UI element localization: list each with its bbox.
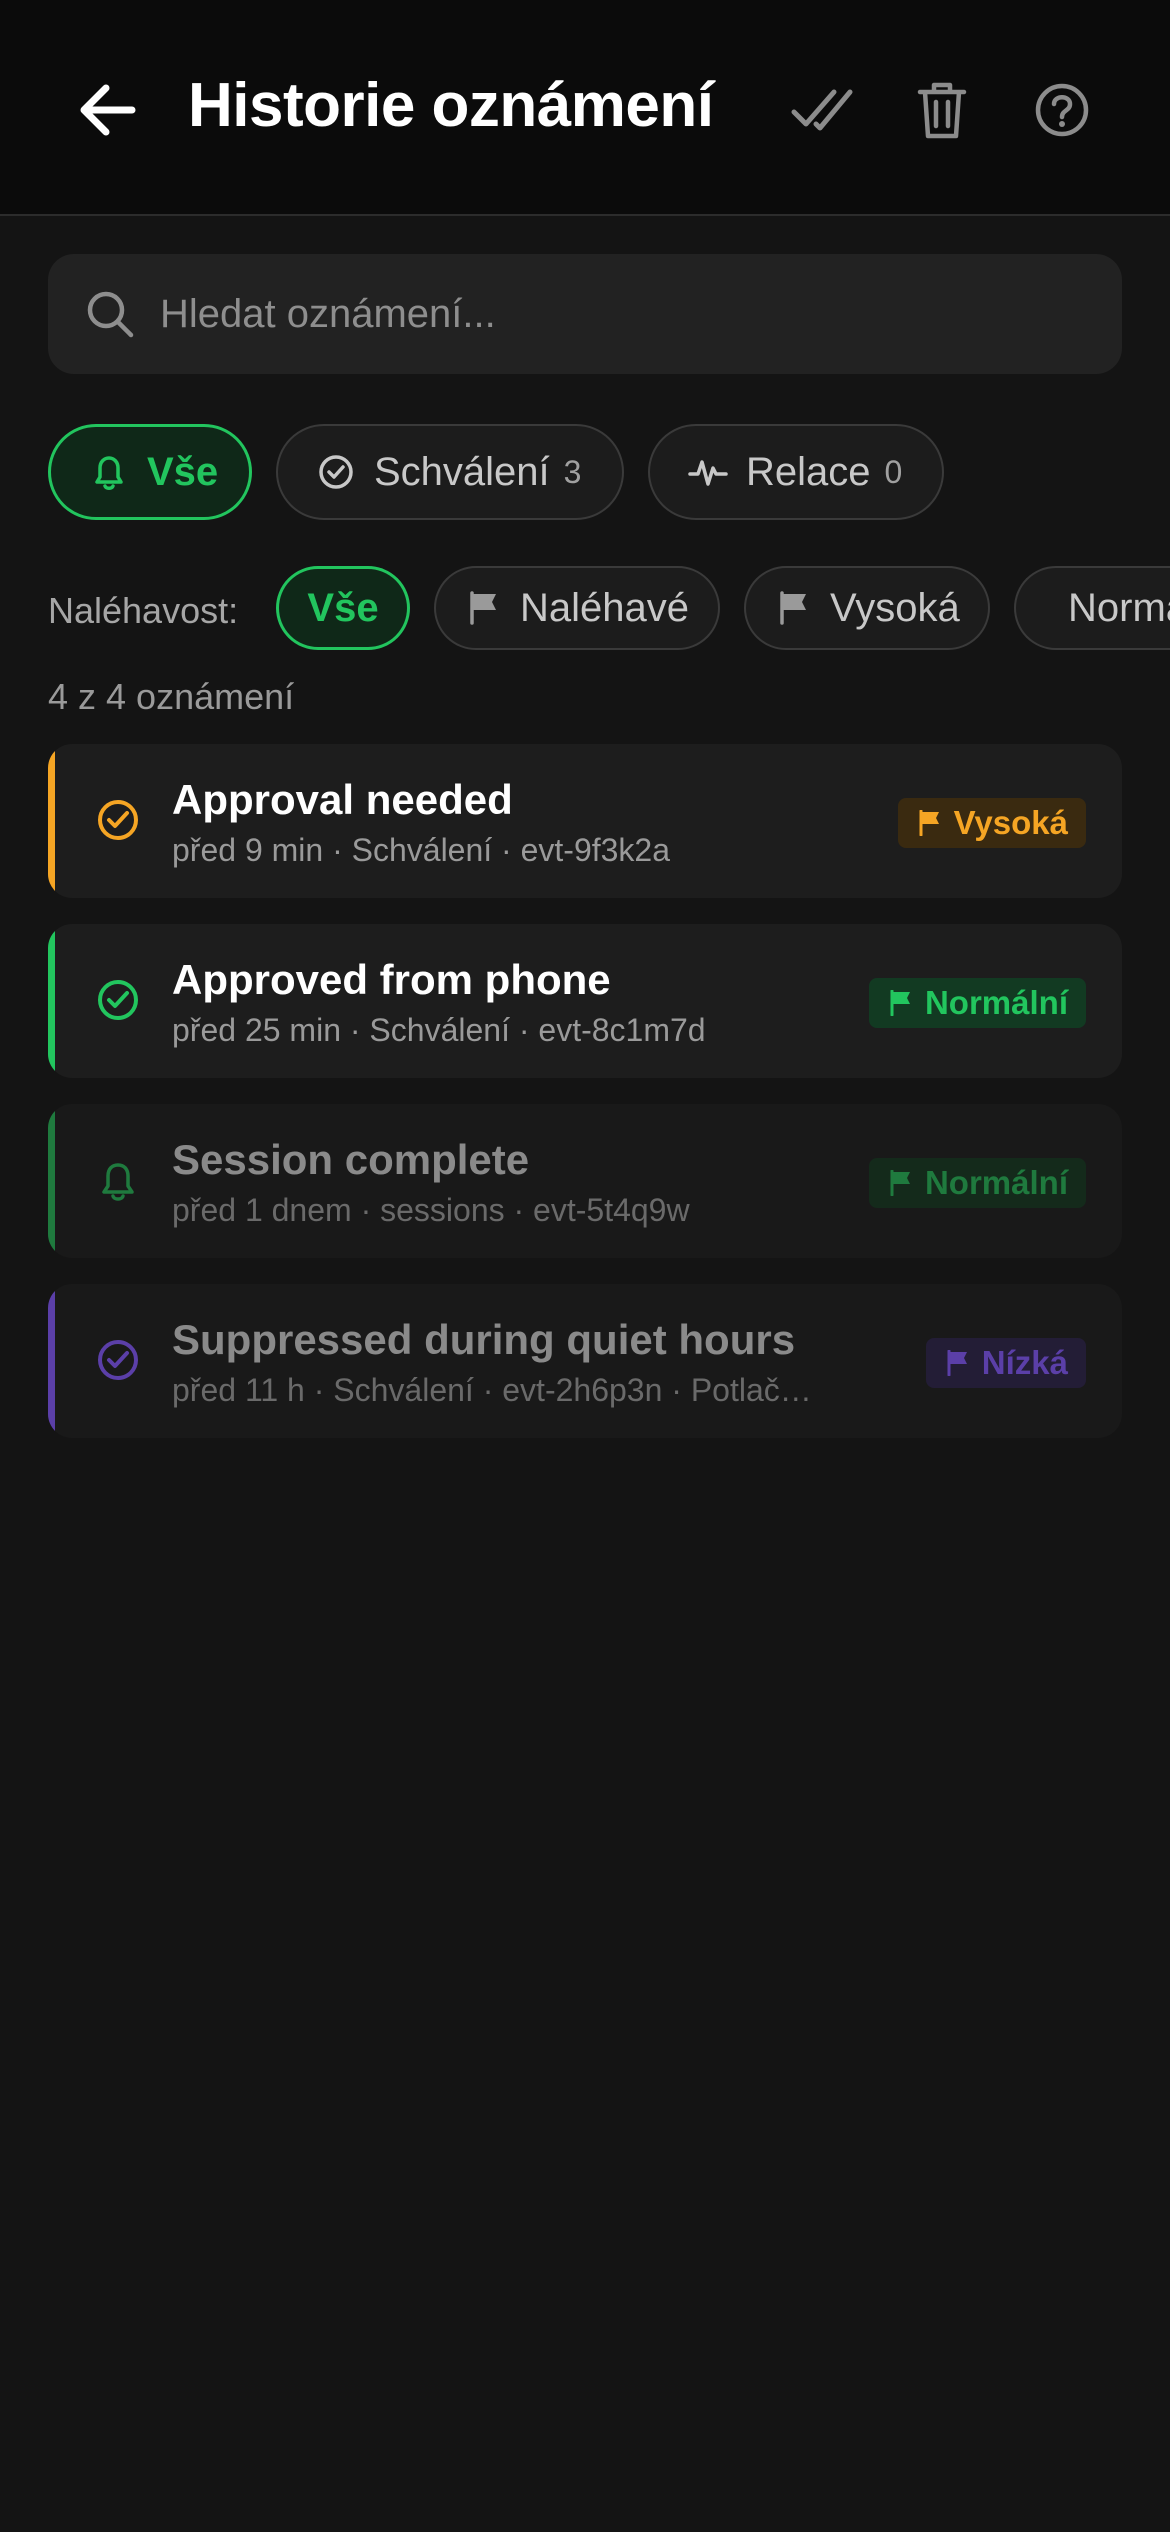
trash-icon	[917, 82, 967, 139]
accent-bar	[48, 924, 55, 1078]
delete-all-button[interactable]	[904, 72, 980, 148]
severity-badge: Vysoká	[897, 798, 1086, 848]
activity-icon	[688, 452, 728, 492]
notification-title: Approved from phone	[172, 956, 611, 1003]
severity-pill-label: Naléhavé	[520, 585, 690, 630]
notification-meta: před 25 min · Schválení · evt-8c1m7d	[172, 1012, 706, 1048]
notification-card[interactable]: Approval needed před 9 min · Schválení ·…	[48, 744, 1122, 898]
filter-chip-count: 3	[563, 453, 582, 490]
severity-label: Naléhavost:	[48, 590, 239, 631]
severity-badge-label: Normální	[924, 984, 1068, 1021]
search-input[interactable]	[160, 274, 1080, 354]
severity-pill-urgent[interactable]: Naléhavé	[434, 566, 720, 650]
search-icon	[87, 291, 134, 338]
severity-pill-normal[interactable]: Normální	[1014, 566, 1170, 650]
flag-icon	[890, 990, 910, 1016]
flag-icon	[919, 810, 939, 836]
notification-card[interactable]: Session complete před 1 dnem · sessions …	[48, 1104, 1122, 1258]
mark-all-read-button[interactable]	[784, 72, 860, 148]
notification-card[interactable]: Suppressed during quiet hours před 11 h …	[48, 1284, 1122, 1438]
check-circle-icon	[98, 1340, 138, 1380]
notification-meta: před 1 dnem · sessions · evt-5t4q9w	[172, 1192, 690, 1228]
accent-bar	[48, 1284, 55, 1438]
flag-icon	[470, 591, 496, 625]
severity-pill-label: Normální	[1068, 585, 1170, 630]
flag-icon	[890, 1170, 910, 1196]
filter-chip-label: Relace	[746, 449, 871, 494]
severity-badge: Normální	[868, 1158, 1086, 1208]
severity-badge: Normální	[868, 978, 1086, 1028]
help-circle-icon	[1035, 83, 1089, 137]
filter-chip-label: Vše	[147, 449, 219, 494]
back-button[interactable]	[70, 72, 146, 148]
arrow-left-icon	[80, 84, 136, 136]
notification-meta: před 9 min · Schválení · evt-9f3k2a	[172, 832, 671, 868]
severity-badge-label: Normální	[924, 1164, 1068, 1201]
severity-badge: Nízká	[925, 1338, 1086, 1388]
result-count: 4 z 4 oznámení	[48, 676, 295, 717]
filter-chip-approvals[interactable]: Schválení 3	[276, 424, 624, 520]
bell-icon	[89, 452, 129, 492]
severity-badge-label: Vysoká	[953, 804, 1068, 841]
notification-card[interactable]: Approved from phone před 25 min · Schvál…	[48, 924, 1122, 1078]
notification-title: Approval needed	[172, 776, 513, 823]
check-circle-icon	[316, 452, 356, 492]
page-title: Historie oznámení	[188, 71, 714, 140]
check-circle-icon	[98, 800, 138, 840]
search-bar[interactable]	[48, 254, 1122, 374]
double-check-icon	[791, 89, 853, 131]
help-button[interactable]	[1024, 72, 1100, 148]
severity-pill-all[interactable]: Vše	[276, 566, 410, 650]
filter-chip-all[interactable]: Vše	[48, 424, 252, 520]
bell-icon	[102, 1163, 134, 1201]
accent-bar	[48, 1104, 55, 1258]
app-header: Historie oznámení	[0, 0, 1170, 216]
filter-chip-count: 0	[884, 453, 903, 490]
flag-icon	[780, 591, 806, 625]
check-circle-icon	[98, 980, 138, 1020]
notification-title: Suppressed during quiet hours	[172, 1316, 796, 1363]
flag-icon	[947, 1350, 967, 1376]
notification-title: Session complete	[172, 1136, 530, 1183]
severity-pill-high[interactable]: Vysoká	[744, 566, 990, 650]
accent-bar	[48, 744, 55, 898]
notification-meta: před 11 h · Schválení · evt-2h6p3n · Pot…	[172, 1372, 812, 1408]
severity-pill-label: Vše	[307, 585, 379, 630]
severity-pill-label: Vysoká	[830, 585, 960, 630]
severity-badge-label: Nízká	[981, 1344, 1068, 1381]
filter-chip-sessions[interactable]: Relace 0	[648, 424, 944, 520]
filter-chip-label: Schválení	[374, 449, 550, 494]
